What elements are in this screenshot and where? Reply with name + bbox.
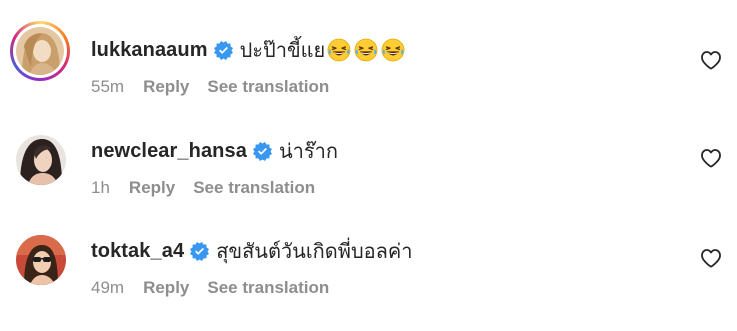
comment-list: lukkanaaum ปะป๊าขี้แย 55m Reply See tran… (0, 0, 737, 317)
comment-item: toktak_a4 สุขสันต์วันเกิดพี่บอลค่า 49m R… (0, 231, 737, 331)
see-translation-button[interactable]: See translation (207, 77, 329, 97)
verified-badge-icon (213, 40, 233, 60)
username-link[interactable]: lukkanaaum (91, 39, 208, 62)
heart-outline-icon[interactable] (700, 50, 722, 70)
comment-text: น่าร๊าก (278, 139, 338, 163)
comment-text: สุขสันต์วันเกิดพี่บอลค่า (216, 239, 413, 263)
username-link[interactable]: toktak_a4 (91, 240, 184, 263)
emoji-group (327, 38, 405, 62)
comment-text: ปะป๊าขี้แย (239, 38, 326, 62)
comment-item: newclear_hansa น่าร๊าก 1h Reply See tran… (0, 131, 737, 231)
avatar[interactable] (10, 131, 70, 191)
see-translation-button[interactable]: See translation (207, 278, 329, 298)
comment-body: lukkanaaum ปะป๊าขี้แย 55m Reply See tran… (91, 37, 405, 97)
verified-badge-icon (190, 241, 210, 261)
comment-timestamp[interactable]: 55m (91, 77, 124, 97)
comment-timestamp[interactable]: 1h (91, 178, 110, 198)
comment-timestamp[interactable]: 49m (91, 278, 124, 298)
grinning-squinting-tears-emoji (327, 38, 351, 62)
avatar-image (16, 235, 66, 285)
avatar-image (16, 27, 64, 75)
comment-body: toktak_a4 สุขสันต์วันเกิดพี่บอลค่า 49m R… (91, 238, 413, 298)
grinning-squinting-tears-emoji (381, 38, 405, 62)
avatar[interactable] (10, 21, 70, 81)
comment-item: lukkanaaum ปะป๊าขี้แย 55m Reply See tran… (0, 21, 737, 121)
heart-outline-icon[interactable] (700, 148, 722, 168)
reply-button[interactable]: Reply (129, 178, 175, 198)
avatar-image (16, 135, 66, 185)
grinning-squinting-tears-emoji (354, 38, 378, 62)
comment-body: newclear_hansa น่าร๊าก 1h Reply See tran… (91, 138, 338, 198)
avatar[interactable] (10, 231, 70, 291)
heart-outline-icon[interactable] (700, 248, 722, 268)
see-translation-button[interactable]: See translation (193, 178, 315, 198)
username-link[interactable]: newclear_hansa (91, 140, 247, 163)
verified-badge-icon (252, 141, 272, 161)
reply-button[interactable]: Reply (143, 278, 189, 298)
reply-button[interactable]: Reply (143, 77, 189, 97)
